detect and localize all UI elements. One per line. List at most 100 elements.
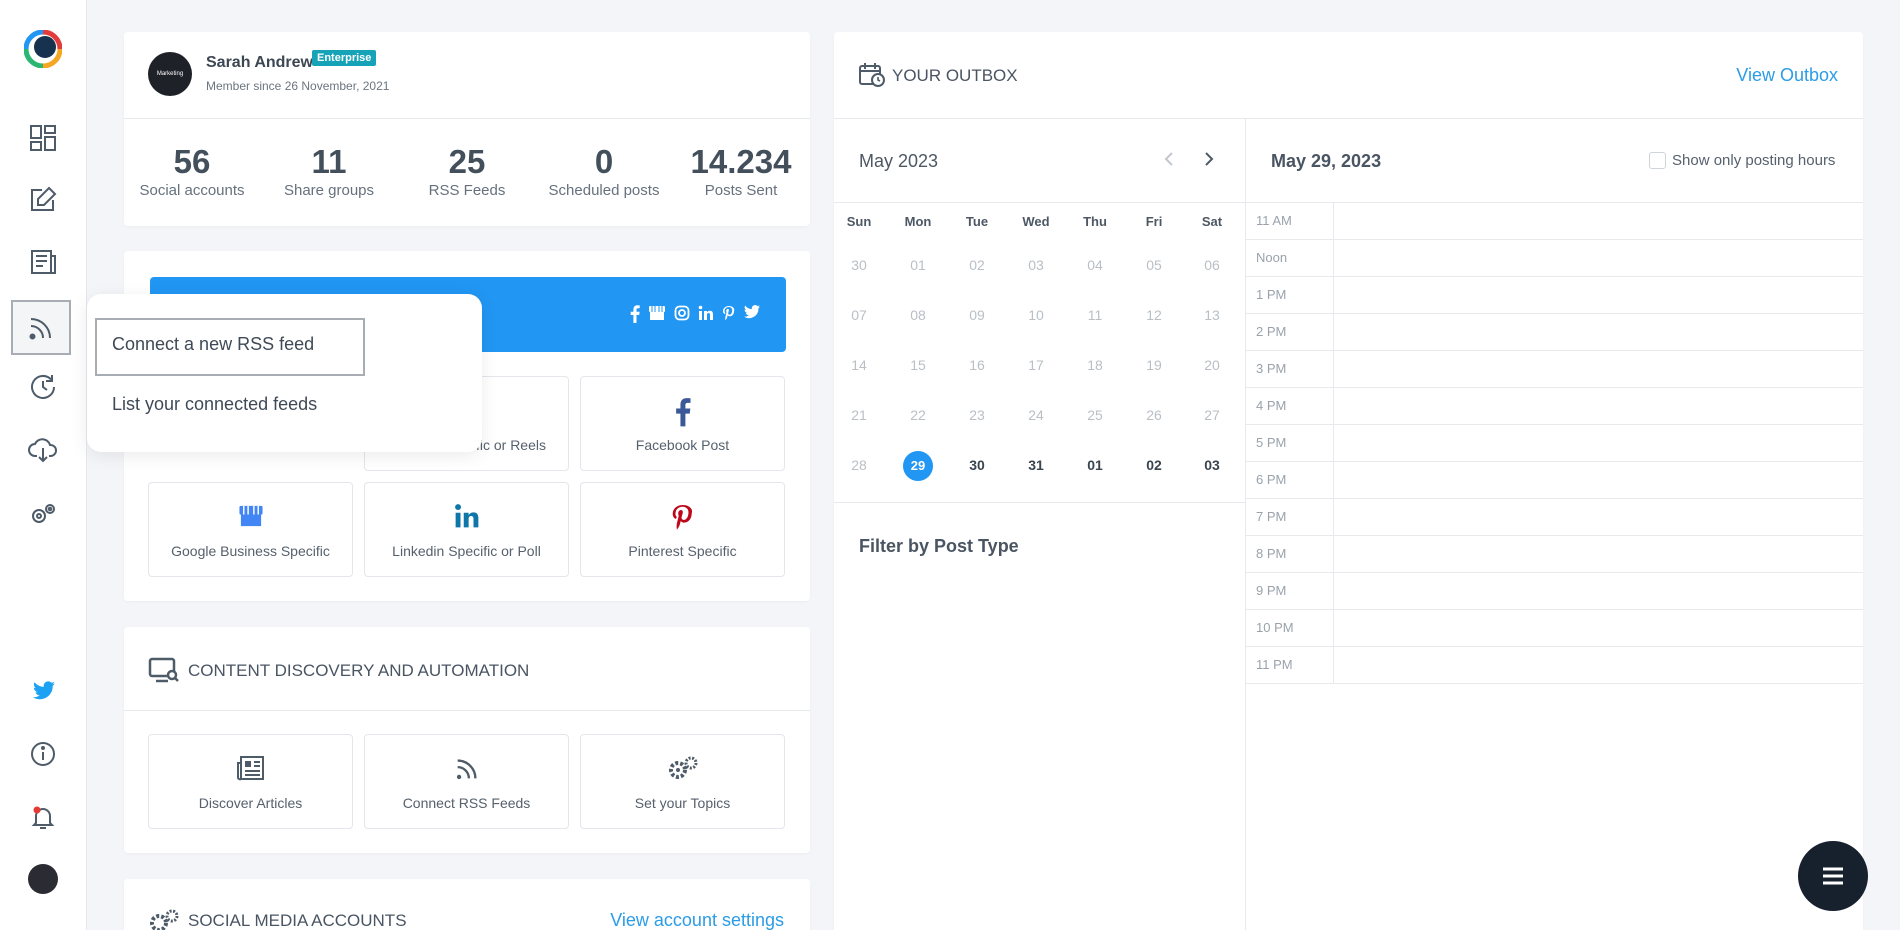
calendar-day[interactable]: 19: [1134, 350, 1174, 380]
calendar-day[interactable]: 21: [839, 400, 879, 430]
calendar-day[interactable]: 14: [839, 350, 879, 380]
notifications-bell-icon[interactable]: [18, 792, 68, 842]
calendar-day[interactable]: 15: [898, 350, 938, 380]
calendar-day[interactable]: 08: [898, 300, 938, 330]
rss-icon[interactable]: [11, 300, 71, 355]
member-since: Member since 26 November, 2021: [206, 79, 390, 93]
calendar-day[interactable]: 09: [957, 300, 997, 330]
plan-badge: Enterprise: [312, 50, 377, 66]
articles-icon[interactable]: [18, 237, 68, 287]
hour-row[interactable]: 6 PM: [1246, 461, 1863, 498]
calendar-day[interactable]: 29: [898, 450, 938, 481]
stat-scheduled-posts[interactable]: 0 Scheduled posts: [534, 142, 674, 200]
set-your-topics-tile[interactable]: Set your Topics: [580, 734, 785, 829]
hour-row[interactable]: 1 PM: [1246, 276, 1863, 313]
hour-row[interactable]: 9 PM: [1246, 572, 1863, 609]
connect-rss-feeds-tile[interactable]: Connect RSS Feeds: [364, 734, 569, 829]
hour-row[interactable]: 11 AM: [1246, 202, 1863, 239]
stat-share-groups[interactable]: 11 Share groups: [259, 142, 399, 200]
selected-day[interactable]: 29: [903, 451, 933, 481]
selected-date-label: May 29, 2023: [1271, 151, 1382, 171]
calendar-day[interactable]: 30: [839, 250, 879, 280]
stat-social-accounts[interactable]: 56 Social accounts: [122, 142, 262, 200]
hour-row[interactable]: 10 PM: [1246, 609, 1863, 646]
show-posting-hours-checkbox[interactable]: [1649, 152, 1666, 169]
gears-icon: [668, 756, 697, 779]
profile-avatar: Marketing: [148, 52, 192, 96]
profile-name: Sarah Andrew: [206, 54, 313, 71]
post-type-pinterest[interactable]: Pinterest Specific: [580, 482, 785, 577]
calendar-day[interactable]: 06: [1192, 250, 1232, 280]
weekday-sun: Sun: [846, 214, 872, 229]
hour-row[interactable]: 3 PM: [1246, 350, 1863, 387]
stat-posts-sent[interactable]: 14.234 Posts Sent: [671, 142, 811, 200]
recycle-schedule-icon[interactable]: [18, 362, 68, 412]
view-outbox-link[interactable]: View Outbox: [1736, 65, 1838, 86]
divider: [124, 710, 810, 711]
hour-label: 11 AM: [1256, 213, 1292, 228]
hour-row[interactable]: 11 PM: [1246, 646, 1863, 683]
calendar-day[interactable]: 12: [1134, 300, 1174, 330]
list-connected-feeds-item[interactable]: List your connected feeds: [112, 394, 317, 415]
calendar-day[interactable]: 25: [1075, 400, 1115, 430]
calendar-day[interactable]: 03: [1192, 450, 1232, 480]
calendar-day[interactable]: 30: [957, 450, 997, 480]
app-logo[interactable]: [23, 29, 63, 69]
calendar-day[interactable]: 20: [1192, 350, 1232, 380]
calendar-day[interactable]: 28: [839, 450, 879, 480]
calendar-day[interactable]: 24: [1016, 400, 1056, 430]
compose-icon[interactable]: [18, 175, 68, 225]
dashboard-icon[interactable]: [18, 113, 68, 163]
calendar-day[interactable]: 02: [1134, 450, 1174, 480]
calendar-day[interactable]: 22: [898, 400, 938, 430]
calendar-day[interactable]: 10: [1016, 300, 1056, 330]
view-account-settings-link[interactable]: View account settings: [610, 910, 784, 930]
user-avatar[interactable]: [28, 864, 58, 894]
hour-label: 2 PM: [1256, 324, 1287, 339]
instagram-icon: [674, 305, 690, 321]
hour-label: 5 PM: [1256, 435, 1287, 450]
calendar-day[interactable]: 04: [1075, 250, 1115, 280]
calendar-day[interactable]: 02: [957, 250, 997, 280]
post-type-facebook[interactable]: Facebook Post: [580, 376, 785, 471]
twitter-icon[interactable]: [18, 666, 68, 716]
hour-label: 6 PM: [1256, 472, 1287, 487]
calendar-day[interactable]: 11: [1075, 300, 1115, 330]
calendar-day[interactable]: 07: [839, 300, 879, 330]
calendar-day[interactable]: 26: [1134, 400, 1174, 430]
profile-card: Marketing Sarah Andrew Enterprise Member…: [124, 32, 810, 226]
filter-by-post-type-title: Filter by Post Type: [859, 536, 1019, 556]
hour-row[interactable]: 5 PM: [1246, 424, 1863, 461]
post-type-google-business[interactable]: Google Business Specific: [148, 482, 353, 577]
discover-articles-tile[interactable]: Discover Articles: [148, 734, 353, 829]
hour-row[interactable]: Noon: [1246, 239, 1863, 276]
info-icon[interactable]: [18, 729, 68, 779]
connect-new-rss-feed-label: Connect a new RSS feed: [112, 334, 315, 354]
calendar-day[interactable]: 01: [898, 250, 938, 280]
weekday-mon: Mon: [904, 214, 932, 229]
hour-row[interactable]: 2 PM: [1246, 313, 1863, 350]
stat-rss-feeds[interactable]: 25 RSS Feeds: [397, 142, 537, 200]
twitter-small-icon: [744, 305, 760, 319]
pinterest-icon: [723, 306, 735, 321]
calendar-day[interactable]: 03: [1016, 250, 1056, 280]
post-type-linkedin[interactable]: Linkedin Specific or Poll: [364, 482, 569, 577]
calendar-day[interactable]: 18: [1075, 350, 1115, 380]
calendar-day[interactable]: 16: [957, 350, 997, 380]
calendar-day[interactable]: 23: [957, 400, 997, 430]
hour-row[interactable]: 4 PM: [1246, 387, 1863, 424]
newspaper-icon: [236, 756, 264, 781]
calendar-day[interactable]: 17: [1016, 350, 1056, 380]
weekday-sat: Sat: [1201, 214, 1223, 229]
hour-row[interactable]: 8 PM: [1246, 535, 1863, 572]
hour-row[interactable]: 7 PM: [1246, 498, 1863, 535]
calendar-day[interactable]: 31: [1016, 450, 1056, 480]
hour-label: 1 PM: [1256, 287, 1287, 302]
settings-gears-icon[interactable]: [18, 489, 68, 539]
calendar-day[interactable]: 05: [1134, 250, 1174, 280]
calendar-day[interactable]: 27: [1192, 400, 1232, 430]
calendar-day[interactable]: 01: [1075, 450, 1115, 480]
calendar-day[interactable]: 13: [1192, 300, 1232, 330]
menu-fab-button[interactable]: [1798, 841, 1868, 911]
cloud-download-icon[interactable]: [18, 424, 68, 474]
